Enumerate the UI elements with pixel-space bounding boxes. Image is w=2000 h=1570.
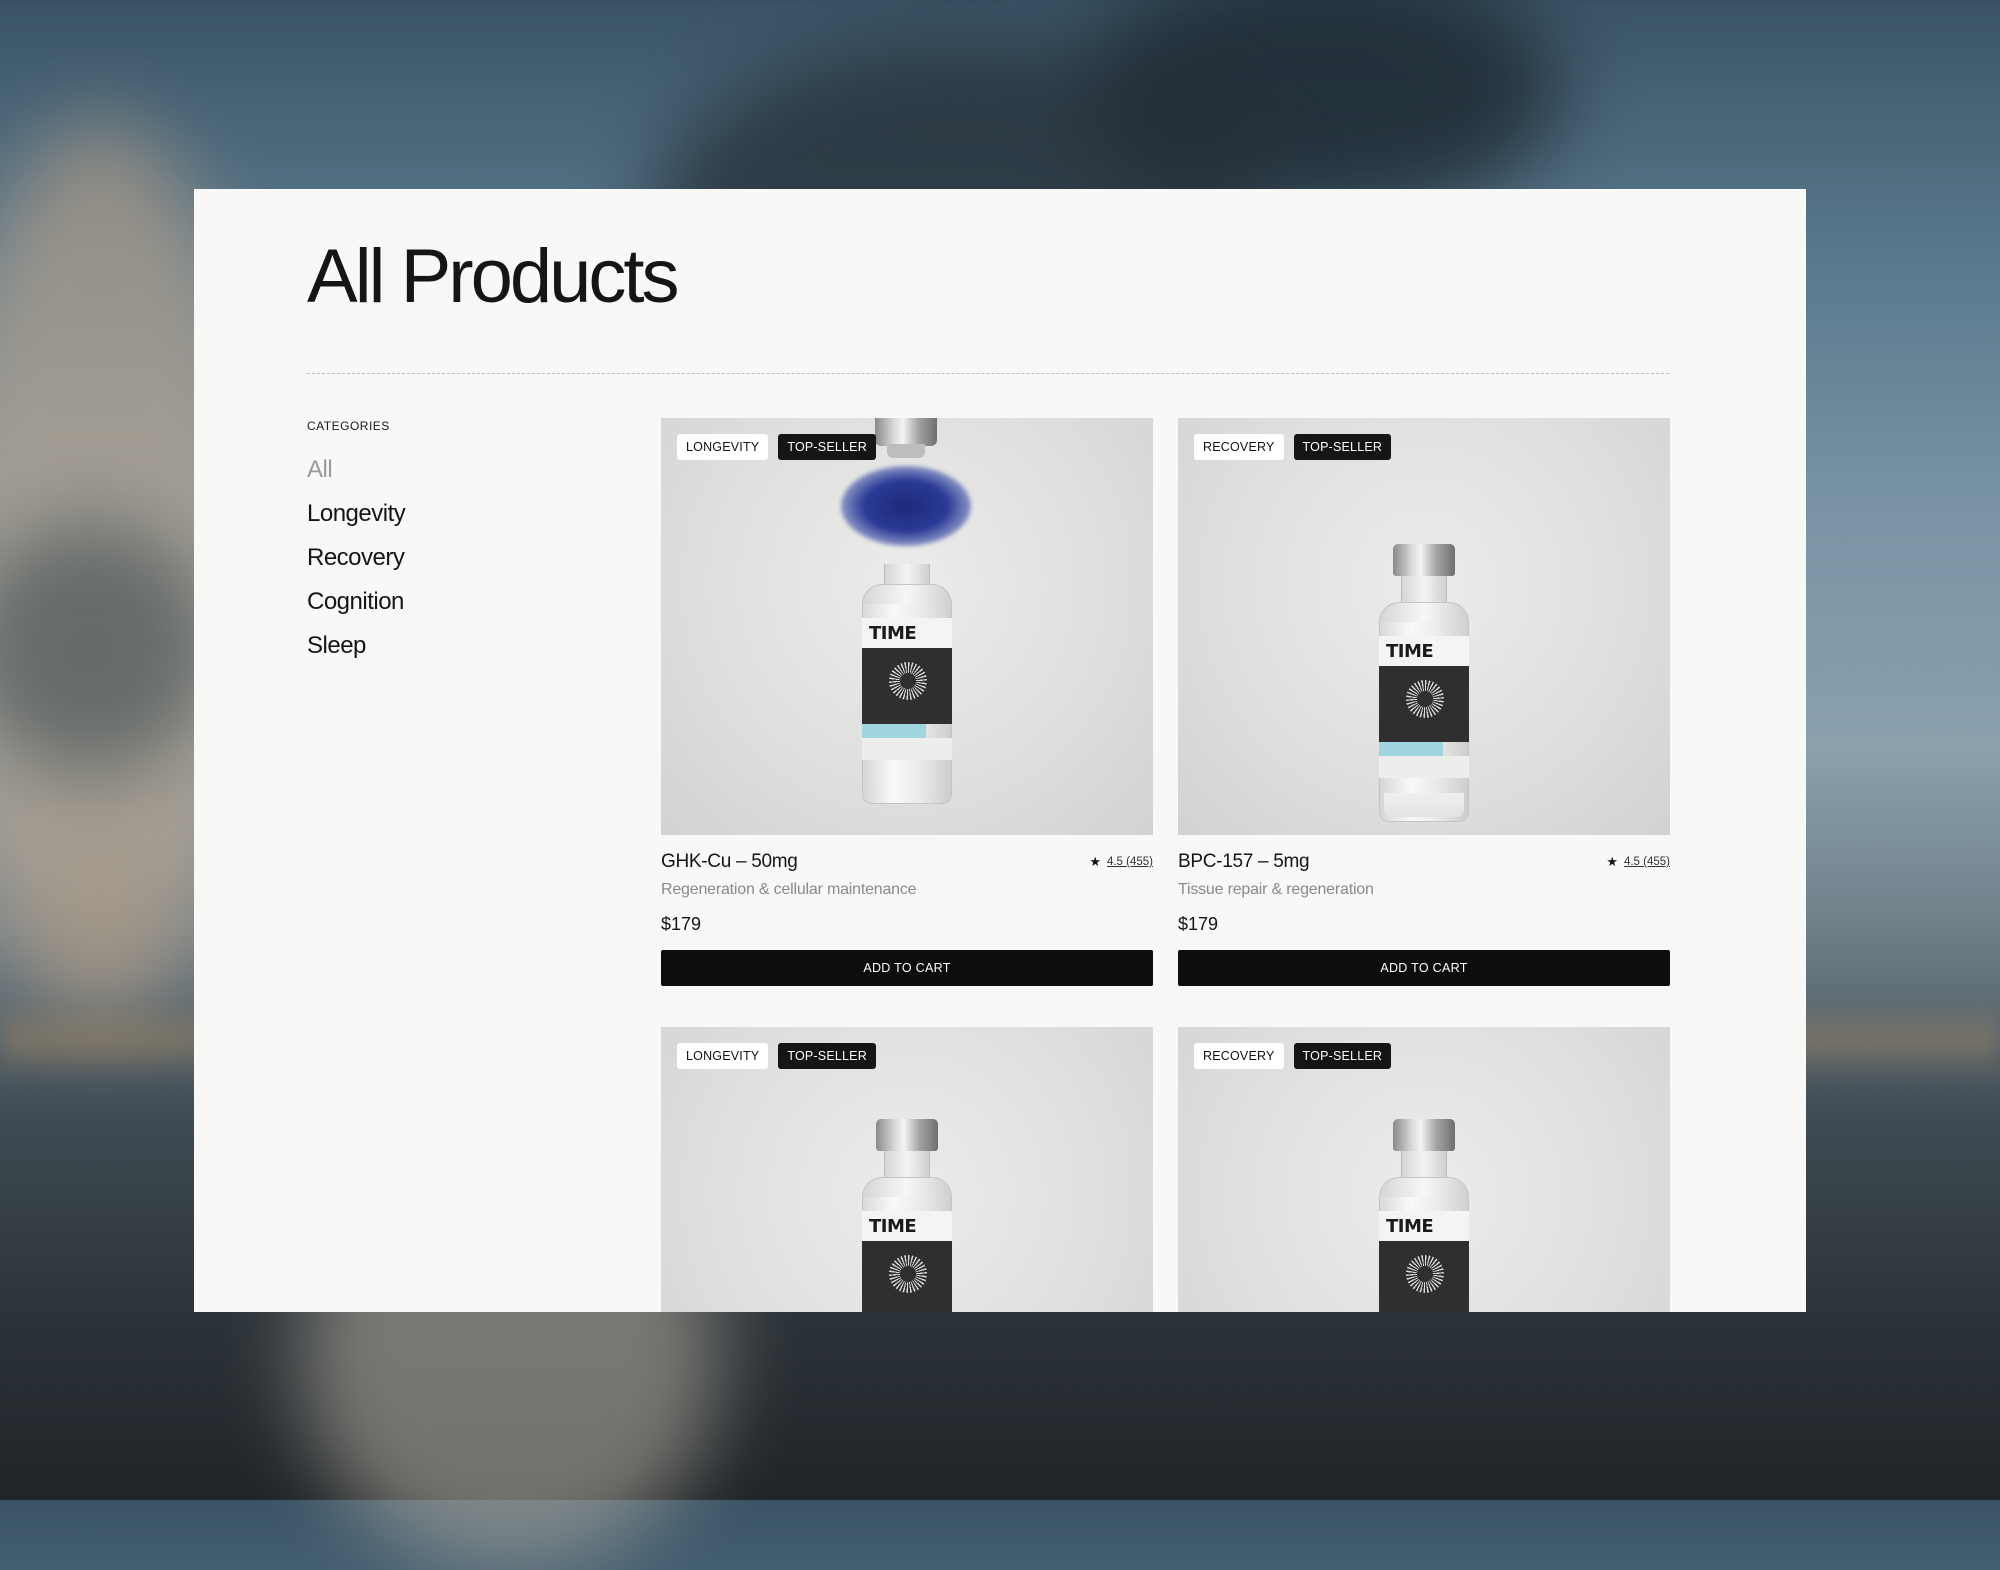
powder-cloud-image: [841, 466, 971, 546]
product-price: $179: [1178, 914, 1219, 934]
add-to-cart-button[interactable]: ADD TO CART: [1178, 950, 1670, 986]
category-badge: RECOVERY: [1194, 1043, 1284, 1069]
product-image[interactable]: LONGEVITY TOP-SELLER TIME: [661, 1027, 1153, 1312]
products-panel: All Products CATEGORIES All Longevity Re…: [194, 189, 1806, 1312]
top-seller-badge: TOP-SELLER: [778, 434, 876, 460]
vial-brand-label: TIME: [1386, 1216, 1434, 1237]
star-icon: ★: [1606, 854, 1618, 869]
vial-image: TIME: [862, 564, 952, 804]
vial-brand-label: TIME: [1386, 641, 1434, 662]
product-image[interactable]: RECOVERY TOP-SELLER TIME: [1178, 418, 1670, 835]
category-all[interactable]: All: [307, 455, 567, 485]
vial-stopper-image: [887, 444, 925, 458]
category-badge: LONGEVITY: [677, 434, 769, 460]
category-recovery[interactable]: Recovery: [307, 543, 567, 573]
sunburst-logo-icon: [1406, 1255, 1444, 1293]
product-name[interactable]: GHK-Cu – 50mg: [661, 851, 798, 873]
add-to-cart-button[interactable]: ADD TO CART: [661, 950, 1153, 986]
vial-brand-label: TIME: [869, 623, 917, 644]
category-sleep[interactable]: Sleep: [307, 631, 567, 661]
product-description: Regeneration & cellular maintenance: [661, 881, 917, 898]
sunburst-logo-icon: [889, 662, 927, 700]
product-image[interactable]: LONGEVITY TOP-SELLER TIME: [661, 418, 1153, 835]
dashed-divider: [307, 373, 1669, 374]
top-seller-badge: TOP-SELLER: [1293, 434, 1392, 460]
category-sidebar: CATEGORIES All Longevity Recovery Cognit…: [307, 419, 567, 675]
category-longevity[interactable]: Longevity: [307, 499, 567, 529]
rating-text[interactable]: 4.5 (455): [1107, 856, 1153, 868]
sunburst-logo-icon: [1406, 680, 1444, 718]
product-rating[interactable]: ★ 4.5 (455): [1606, 854, 1670, 870]
product-card[interactable]: LONGEVITY TOP-SELLER TIME GHK-Cu – 50mg …: [661, 418, 1153, 986]
page-title: All Products: [307, 234, 679, 319]
badge-group: RECOVERY TOP-SELLER: [1194, 1043, 1392, 1069]
product-image[interactable]: RECOVERY TOP-SELLER TIME: [1178, 1027, 1670, 1312]
product-card[interactable]: RECOVERY TOP-SELLER TIME BPC-157 – 5mg ★…: [1178, 418, 1670, 986]
vial-image: TIME: [862, 1119, 952, 1312]
product-card[interactable]: LONGEVITY TOP-SELLER TIME: [661, 1027, 1153, 1312]
category-badge: LONGEVITY: [677, 1043, 769, 1069]
badge-group: LONGEVITY TOP-SELLER: [677, 1043, 876, 1069]
top-seller-badge: TOP-SELLER: [778, 1043, 876, 1069]
categories-heading: CATEGORIES: [307, 419, 390, 433]
vial-image: TIME: [1379, 1119, 1469, 1312]
badge-group: RECOVERY TOP-SELLER: [1194, 434, 1392, 460]
star-icon: ★: [1089, 854, 1101, 869]
top-seller-badge: TOP-SELLER: [1293, 1043, 1392, 1069]
product-name[interactable]: BPC-157 – 5mg: [1178, 851, 1310, 873]
rating-text[interactable]: 4.5 (455): [1624, 856, 1670, 868]
product-description: Tissue repair & regeneration: [1178, 881, 1374, 898]
category-cognition[interactable]: Cognition: [307, 587, 567, 617]
sunburst-logo-icon: [889, 1255, 927, 1293]
vial-image: TIME: [1379, 544, 1469, 822]
category-badge: RECOVERY: [1194, 434, 1284, 460]
product-card[interactable]: RECOVERY TOP-SELLER TIME: [1178, 1027, 1670, 1312]
vial-brand-label: TIME: [869, 1216, 917, 1237]
product-rating[interactable]: ★ 4.5 (455): [1089, 854, 1153, 870]
vial-cap-image: [875, 418, 937, 446]
product-price: $179: [661, 914, 702, 934]
badge-group: LONGEVITY TOP-SELLER: [677, 434, 876, 460]
